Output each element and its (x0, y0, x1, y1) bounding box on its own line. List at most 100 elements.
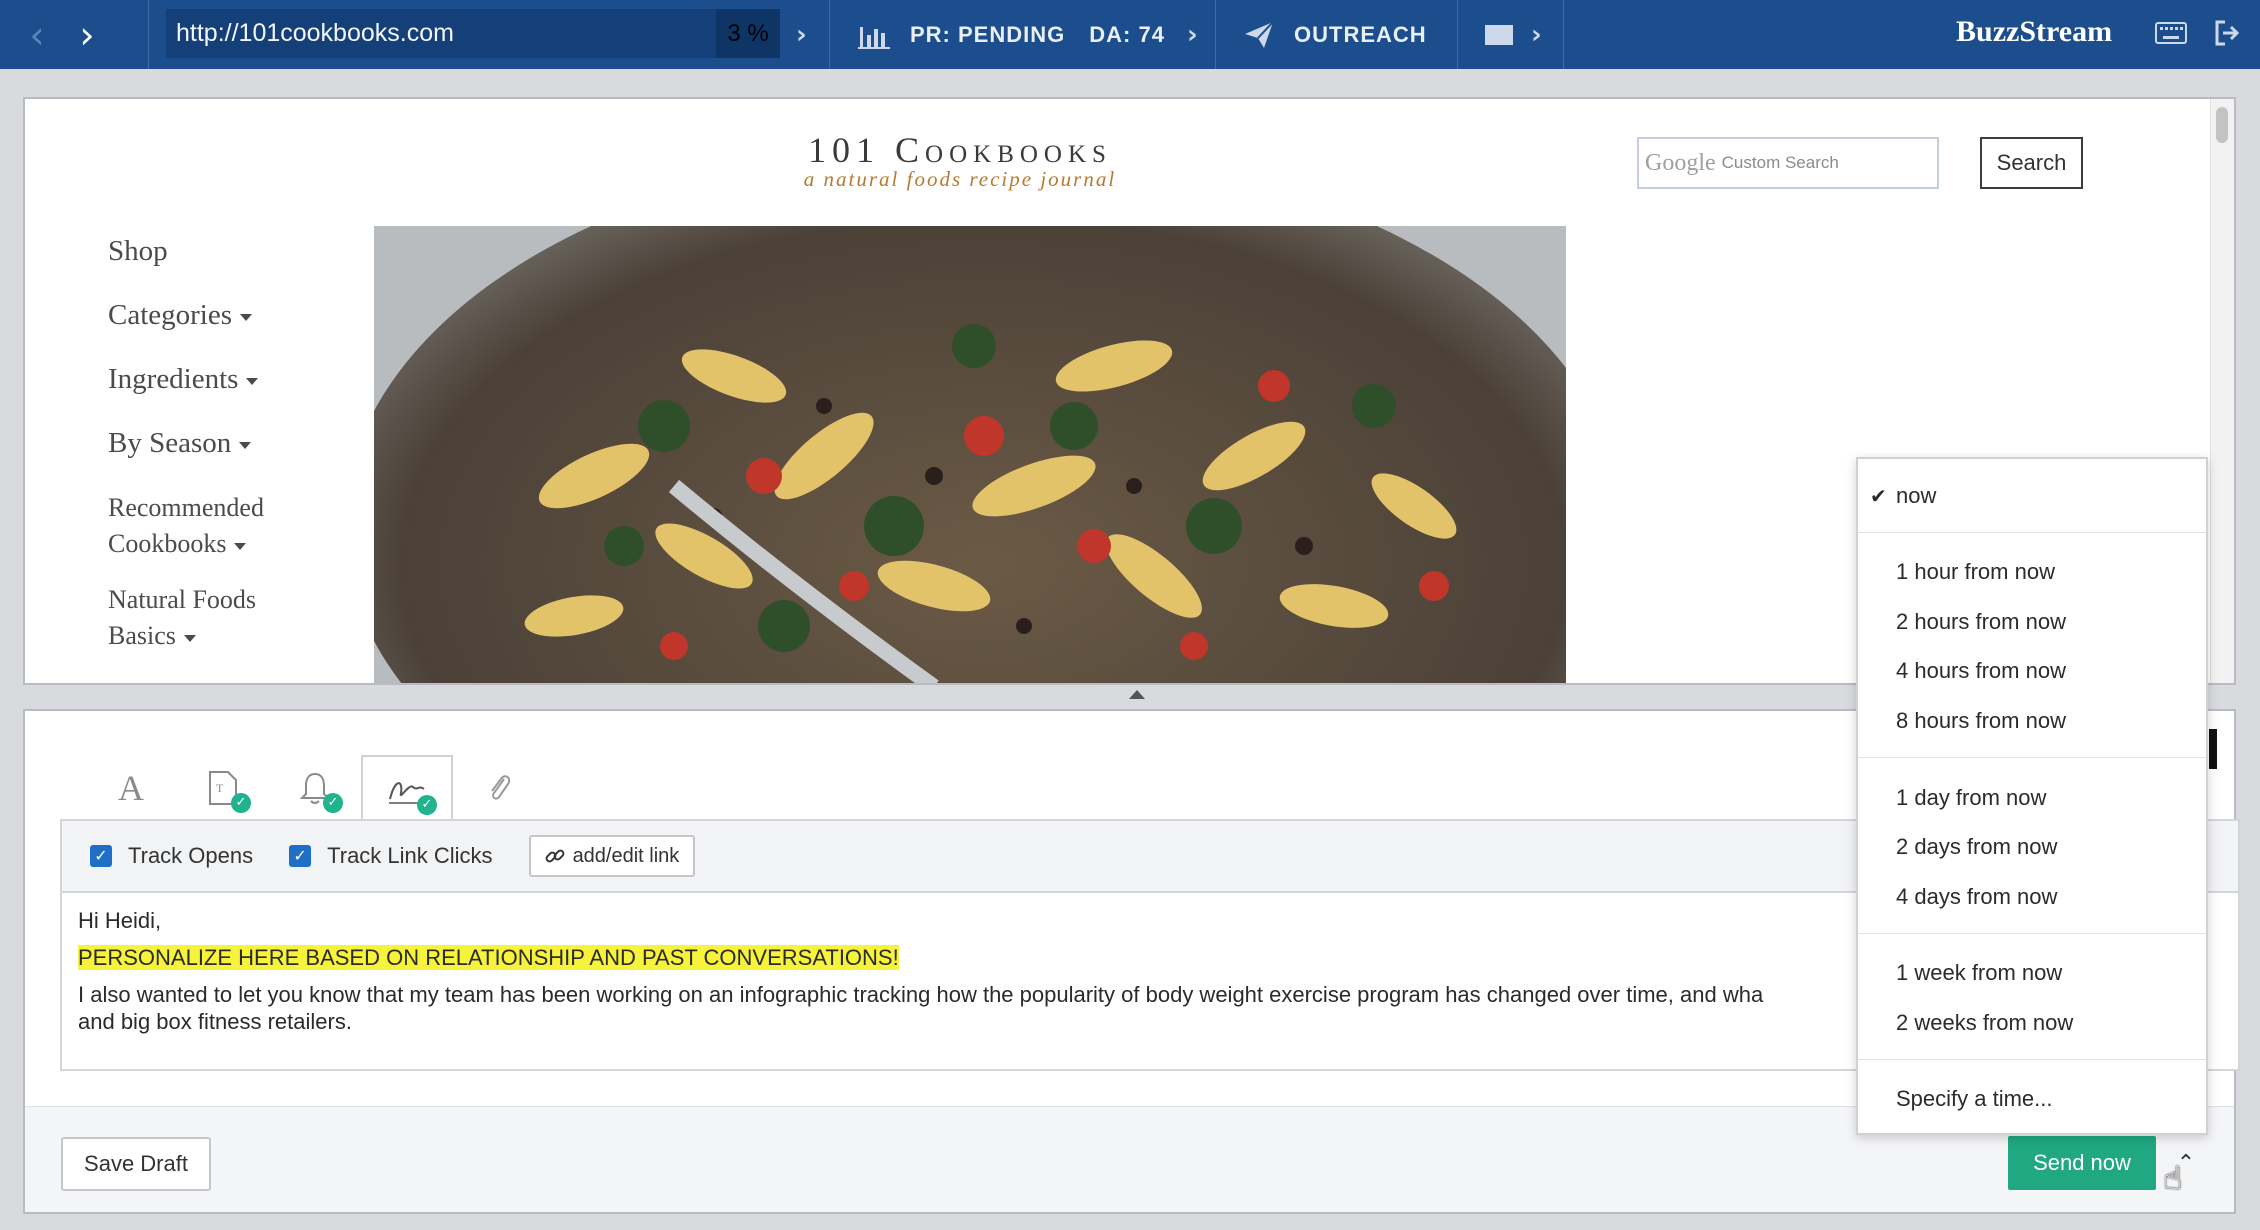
keyboard-shortcuts-button[interactable] (2155, 22, 2187, 49)
schedule-option-label: 8 hours from now (1896, 708, 2066, 733)
url-text[interactable]: http://101cookbooks.com (166, 19, 716, 48)
tab-reminders[interactable]: ✓ (269, 755, 361, 821)
caret-down-icon (240, 313, 253, 321)
site-subtitle: a natural foods recipe journal (803, 167, 1117, 191)
schedule-option-label: 1 week from now (1896, 960, 2063, 985)
tab-tracking[interactable]: ✓ (361, 755, 453, 823)
site-scrollbar[interactable] (2210, 99, 2234, 683)
site-nav-label: Ingredients (108, 363, 239, 395)
site-title[interactable]: 101 Cookbooks (25, 129, 1895, 171)
logout-button[interactable] (2213, 19, 2241, 52)
schedule-option-label: 4 hours from now (1896, 658, 2066, 683)
schedule-option-label: 2 hours from now (1896, 609, 2066, 634)
track-link-clicks-checkbox[interactable]: ✓ (289, 845, 312, 867)
add-edit-link-label: add/edit link (572, 844, 680, 867)
font-icon: A (118, 768, 144, 808)
site-nav-natural-foods-basics[interactable]: Natural Foods Basics (108, 582, 368, 654)
menu-divider (1858, 1059, 2206, 1060)
site-nav-recommended-cookbooks[interactable]: Recommended Cookbooks (108, 490, 368, 562)
check-badge-icon: ✓ (231, 793, 251, 813)
site-nav-label: By Season (108, 427, 232, 459)
site-nav-shop[interactable]: Shop (108, 234, 368, 268)
highlighted-text: PERSONALIZE HERE BASED ON RELATIONSHIP A… (78, 945, 899, 970)
back-button[interactable]: ‹ (12, 0, 62, 69)
track-opens-checkbox[interactable]: ✓ (90, 845, 112, 867)
tab-attachments[interactable] (453, 755, 545, 821)
site-nav-label: Shop (108, 235, 168, 267)
scroll-thumb[interactable] (2216, 107, 2228, 143)
schedule-option-4-hours[interactable]: 4 hours from now (1858, 649, 2206, 693)
caret-down-icon (183, 634, 196, 642)
schedule-option-now[interactable]: ✔ now (1858, 474, 2206, 518)
caret-down-icon (239, 441, 252, 449)
site-nav-categories[interactable]: Categories (108, 298, 368, 332)
search-placeholder: Custom Search (1721, 153, 1839, 172)
toolbar-divider (1563, 0, 1564, 69)
schedule-option-2-weeks[interactable]: 2 weeks from now (1858, 1001, 2206, 1045)
url-box[interactable]: http://101cookbooks.com 3 % (166, 9, 780, 58)
menu-divider (1858, 532, 2206, 533)
toolbar-divider (1457, 0, 1458, 69)
chevron-right-icon: › (796, 19, 808, 50)
paper-plane-icon (1245, 20, 1274, 48)
composer-tabs: A T ✓ ✓ ✓ (85, 755, 545, 823)
pr-label: PR: PENDING (910, 21, 1066, 47)
outreach-button[interactable]: OUTREACH (1244, 0, 1427, 69)
message-menu-button[interactable]: › (1485, 0, 1543, 69)
logout-icon (2215, 20, 2240, 46)
site-nav-by-season[interactable]: By Season (108, 426, 368, 460)
caret-down-icon (234, 542, 247, 550)
panel-resize-handle[interactable] (1129, 690, 1145, 699)
outreach-label: OUTREACH (1294, 21, 1427, 47)
keyboard-icon (2155, 22, 2187, 44)
schedule-option-1-day[interactable]: 1 day from now (1858, 776, 2206, 820)
site-nav-label: Basics (108, 621, 176, 650)
chevron-right-icon: › (1186, 19, 1199, 50)
site-nav-label: Recommended (108, 493, 264, 522)
menu-divider (1858, 757, 2206, 758)
track-opens-label[interactable]: Track Opens (128, 843, 253, 869)
da-label: DA: 74 (1089, 21, 1165, 47)
schedule-option-1-week[interactable]: 1 week from now (1858, 951, 2206, 995)
pasta-bowl-illustration (374, 226, 1566, 683)
toolbar-divider (148, 0, 149, 69)
schedule-option-label: Specify a time... (1896, 1086, 2053, 1111)
pr-da-metrics[interactable]: PR: PENDING DA: 74 › (858, 0, 1199, 69)
bar-chart-icon (858, 26, 890, 49)
site-nav-ingredients[interactable]: Ingredients (108, 362, 368, 396)
url-percent: 3 % (716, 9, 780, 58)
site-search-input[interactable]: Google Custom Search (1637, 137, 1939, 189)
schedule-option-8-hours[interactable]: 8 hours from now (1858, 699, 2206, 743)
schedule-option-label: 1 hour from now (1896, 559, 2055, 584)
schedule-option-2-days[interactable]: 2 days from now (1858, 825, 2206, 869)
schedule-option-label: 2 weeks from now (1896, 1010, 2074, 1035)
schedule-option-1-hour[interactable]: 1 hour from now (1858, 550, 2206, 594)
url-expand-button[interactable]: › (796, 0, 808, 69)
schedule-option-label: 2 days from now (1896, 834, 2058, 859)
schedule-option-label: now (1896, 483, 1937, 508)
paperclip-icon (491, 775, 511, 800)
forward-button[interactable]: › (62, 0, 112, 69)
google-logo: Google (1645, 149, 1716, 176)
toolbar-divider (1215, 0, 1216, 69)
brand-logo: BuzzStream (1956, 15, 2113, 48)
save-draft-button[interactable]: Save Draft (61, 1137, 211, 1191)
add-edit-link-button[interactable]: add/edit link (528, 835, 696, 877)
schedule-option-2-hours[interactable]: 2 hours from now (1858, 600, 2206, 644)
send-now-button[interactable]: Send now (2008, 1136, 2156, 1190)
tab-templates[interactable]: T ✓ (177, 755, 269, 821)
send-schedule-menu: ✔ now 1 hour from now 2 hours from now 4… (1856, 457, 2208, 1135)
site-search-button[interactable]: Search (1980, 137, 2083, 189)
schedule-option-label: 1 day from now (1896, 785, 2047, 810)
schedule-option-4-days[interactable]: 4 days from now (1858, 875, 2206, 919)
schedule-option-label: 4 days from now (1896, 884, 2058, 909)
site-nav-label: Categories (108, 299, 233, 331)
link-icon (545, 849, 564, 863)
menu-divider (1858, 933, 2206, 934)
chevron-right-icon: › (1531, 19, 1543, 50)
chevron-left-icon: ‹ (29, 12, 45, 57)
schedule-option-specify-time[interactable]: Specify a time... (1858, 1077, 2206, 1121)
message-icon (1485, 24, 1513, 45)
track-link-clicks-label[interactable]: Track Link Clicks (327, 843, 492, 869)
tab-formatting[interactable]: A (85, 755, 177, 821)
